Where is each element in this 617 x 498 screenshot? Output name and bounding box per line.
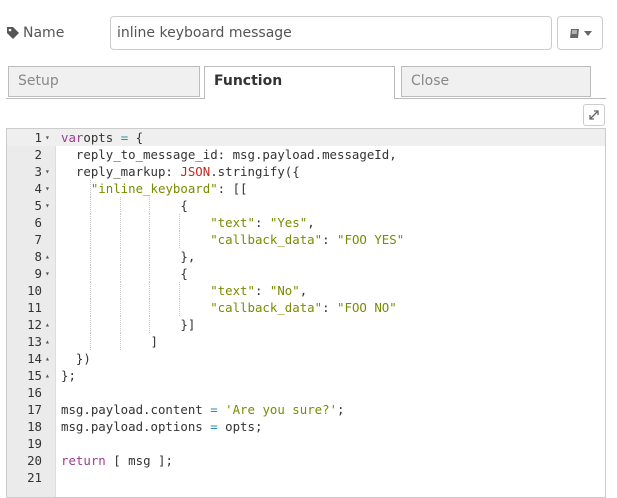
- fold-open-icon[interactable]: ▾: [45, 265, 50, 282]
- code-text: reply_markup: JSON.stringify({: [61, 164, 300, 179]
- code-text: "callback_data": "FOO YES": [210, 232, 405, 247]
- code-line: 19: [7, 435, 605, 452]
- line-number: 1: [34, 130, 42, 145]
- code-text: msg.payload.options = opts;: [61, 419, 263, 434]
- tab-bar: Setup Function Close: [6, 66, 606, 99]
- line-number: 21: [27, 470, 42, 485]
- code-text: }): [61, 351, 91, 366]
- book-icon: [569, 28, 579, 38]
- code-text: {: [61, 266, 188, 281]
- code-line: 21: [7, 469, 605, 486]
- name-label: Name: [6, 25, 64, 41]
- code-line: 11 "callback_data": "FOO NO": [7, 299, 605, 316]
- code-line: 12 ▴ }]: [7, 316, 605, 333]
- fold-open-icon[interactable]: ▾: [45, 180, 50, 197]
- code-text: reply_to_message_id: msg.payload.message…: [61, 147, 397, 162]
- tab-function[interactable]: Function: [204, 66, 395, 99]
- name-input[interactable]: [110, 16, 552, 50]
- caret-down-icon: [583, 30, 592, 36]
- fold-close-icon[interactable]: ▴: [45, 350, 50, 367]
- code-line: 8 ▴ },: [7, 248, 605, 265]
- code-line: 1 ▾ varopts = {: [7, 129, 605, 146]
- line-number: 5: [34, 198, 42, 213]
- fold-close-icon[interactable]: ▴: [45, 248, 50, 265]
- code-text: "inline_keyboard": [[: [90, 181, 248, 196]
- code-text: msg.payload.content = 'Are you sure?';: [61, 402, 345, 417]
- fold-open-icon[interactable]: ▾: [45, 129, 50, 146]
- line-number: 11: [27, 300, 42, 315]
- name-row: Name: [0, 16, 617, 52]
- code-line: 9 ▾ {: [7, 265, 605, 282]
- line-number: 2: [34, 147, 42, 162]
- line-number: 6: [34, 215, 42, 230]
- code-line: 10 "text": "No",: [7, 282, 605, 299]
- tag-icon: [7, 27, 19, 39]
- code-text: "text": "No",: [210, 283, 308, 298]
- code-line: 2 reply_to_message_id: msg.payload.messa…: [7, 146, 605, 163]
- code-editor[interactable]: 1 ▾ varopts = {2 reply_to_message_id: msg.…: [6, 128, 606, 498]
- fold-open-icon[interactable]: ▾: [45, 163, 50, 180]
- line-number: 7: [34, 232, 42, 247]
- code-line: 20 return [ msg ];: [7, 452, 605, 469]
- line-number: 16: [27, 385, 42, 400]
- line-number: 18: [27, 419, 42, 434]
- name-label-text: Name: [23, 25, 65, 41]
- code-text: },: [61, 249, 196, 264]
- code-line: 3 ▾ reply_markup: JSON.stringify({: [7, 163, 605, 180]
- line-number: 4: [34, 181, 42, 196]
- line-number: 9: [34, 266, 42, 281]
- code-text: "text": "Yes",: [210, 215, 315, 230]
- expand-editor-button[interactable]: [583, 104, 605, 126]
- line-number: 15: [27, 368, 42, 383]
- code-text: {: [61, 198, 188, 213]
- line-number: 12: [27, 317, 42, 332]
- fold-close-icon[interactable]: ▴: [45, 316, 50, 333]
- line-number: 3: [34, 164, 42, 179]
- line-number: 14: [27, 351, 42, 366]
- line-number: 19: [27, 436, 42, 451]
- code-line: 5 ▾ {: [7, 197, 605, 214]
- code-line: 17 msg.payload.content = 'Are you sure?';: [7, 401, 605, 418]
- line-number: 20: [27, 453, 42, 468]
- code-line: 15 ▴};: [7, 367, 605, 384]
- code-text: varopts = {: [61, 130, 144, 145]
- code-lines: 1 ▾ varopts = {2 reply_to_message_id: msg.…: [7, 129, 605, 486]
- fold-close-icon[interactable]: ▴: [45, 367, 50, 384]
- line-number: 10: [27, 283, 42, 298]
- fold-close-icon[interactable]: ▴: [45, 333, 50, 350]
- code-line: 13 ▴ ]: [7, 333, 605, 350]
- code-line: 16: [7, 384, 605, 401]
- tab-close[interactable]: Close: [401, 66, 591, 97]
- library-button[interactable]: [557, 16, 603, 50]
- code-text: "callback_data": "FOO NO": [210, 300, 397, 315]
- code-text: return [ msg ];: [61, 453, 173, 468]
- code-text: };: [61, 368, 76, 383]
- code-line: 18 msg.payload.options = opts;: [7, 418, 605, 435]
- code-line: 7 "callback_data": "FOO YES": [7, 231, 605, 248]
- fold-open-icon[interactable]: ▾: [45, 197, 50, 214]
- code-line: 6 "text": "Yes",: [7, 214, 605, 231]
- line-number: 13: [27, 334, 42, 349]
- tab-setup[interactable]: Setup: [8, 66, 200, 97]
- code-line: 4 ▾ "inline_keyboard": [[: [7, 180, 605, 197]
- code-text: }]: [61, 317, 196, 332]
- line-number: 17: [27, 402, 42, 417]
- code-line: 14 ▴ }): [7, 350, 605, 367]
- line-number: 8: [34, 249, 42, 264]
- code-text: ]: [61, 334, 158, 349]
- expand-icon: [589, 110, 599, 120]
